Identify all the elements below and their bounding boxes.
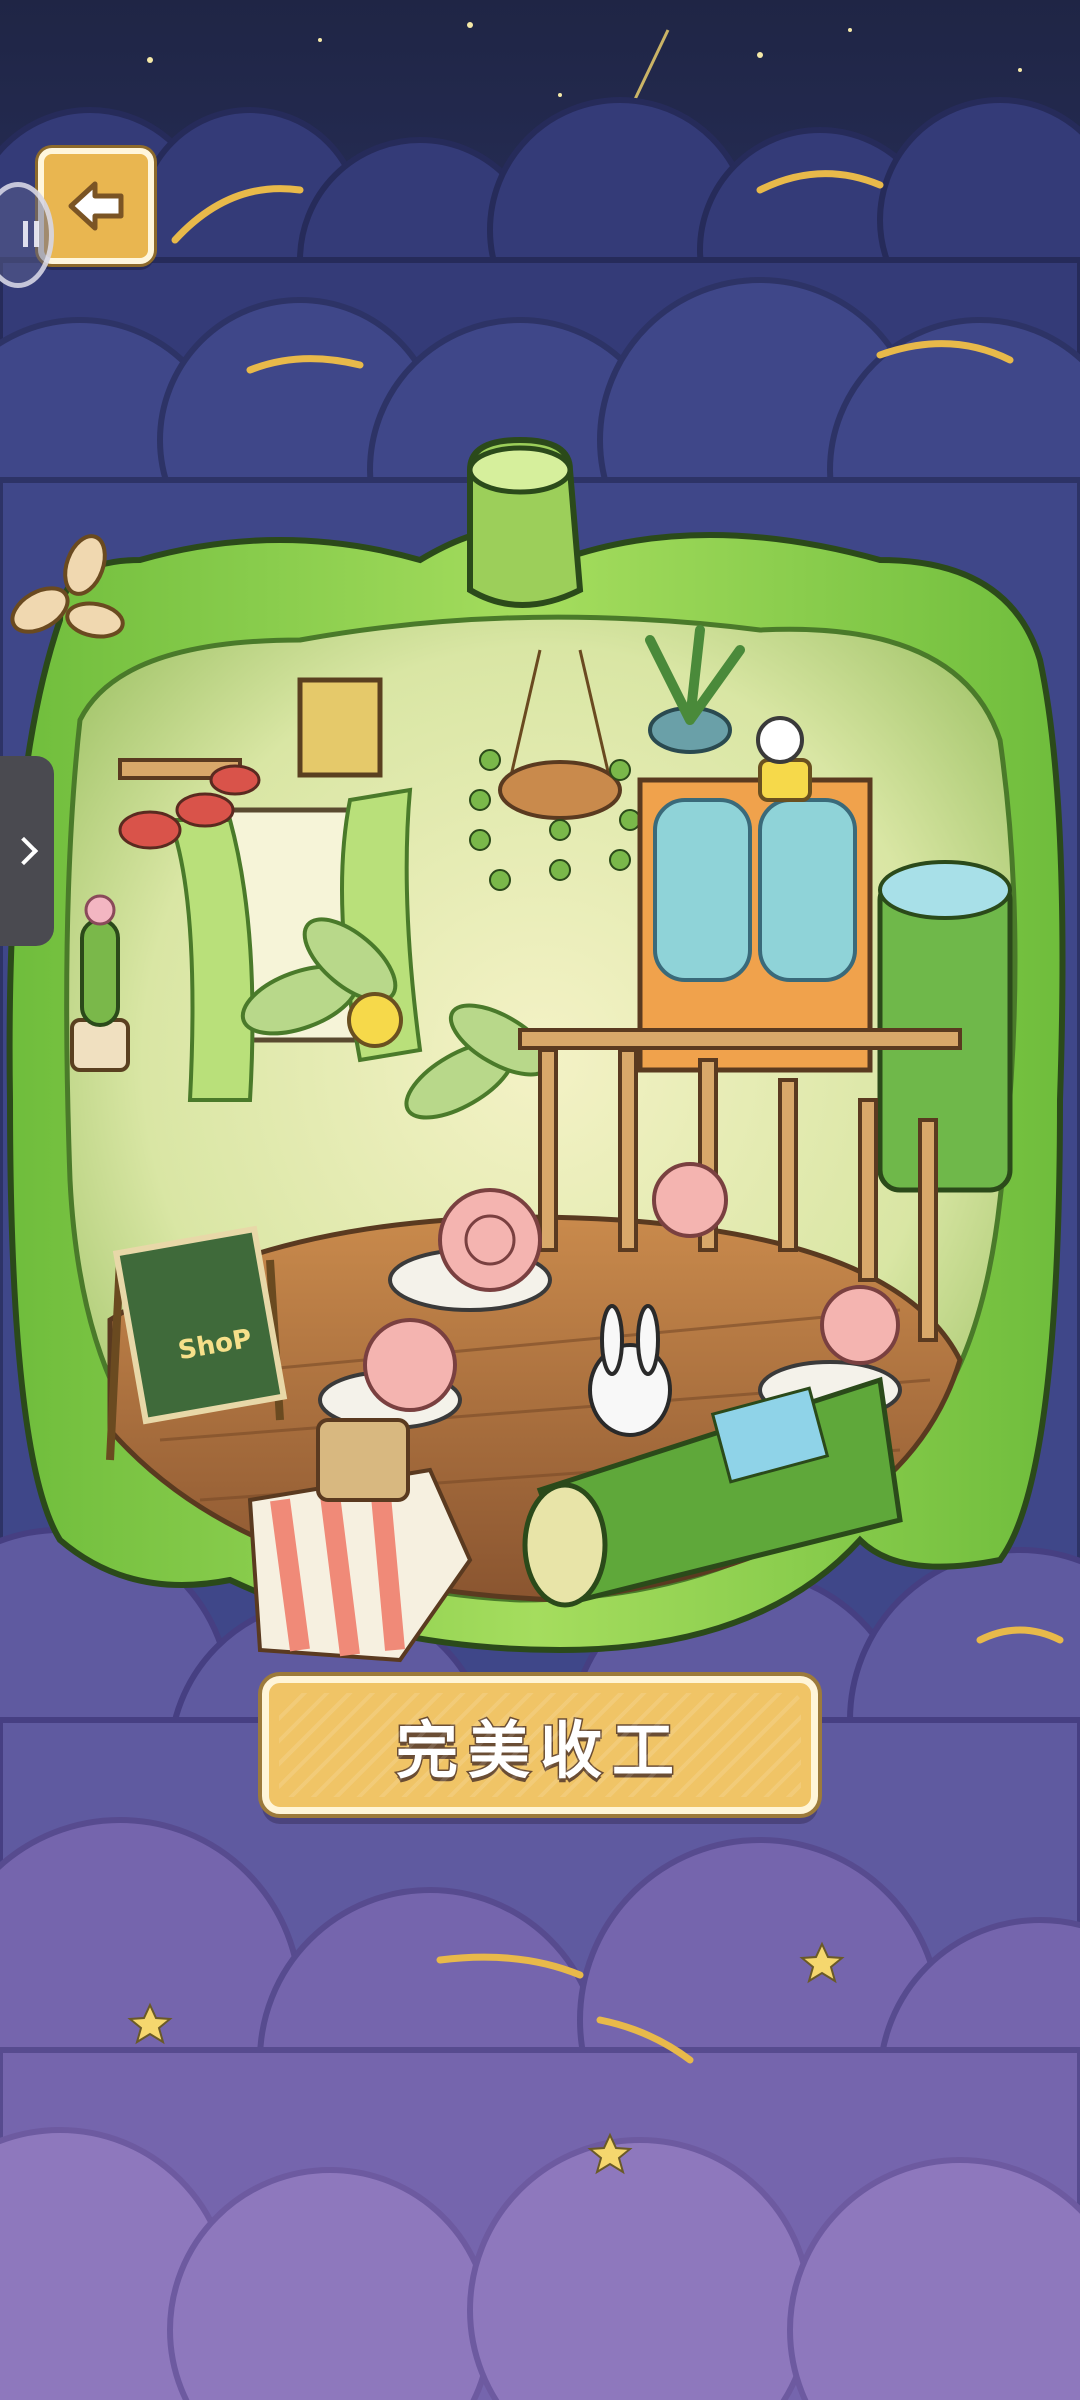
cactus-pot [70,1018,130,1072]
cactus [80,918,120,1027]
yellow-chick [347,992,403,1048]
hanging-planter [498,760,622,820]
finish-button[interactable]: 完美收工 [262,1676,818,1814]
basket [316,1418,410,1502]
game-screen: ShoP 完美收工 [0,0,1080,2400]
pause-icon [23,221,39,247]
scene-illustration [0,22,1080,2400]
side-drawer-tab[interactable] [0,756,54,946]
chevron-right-icon [9,836,39,866]
lower-clouds-3 [0,2127,1080,2400]
picture-frame [297,677,383,778]
back-button[interactable] [38,148,154,264]
snail-4 [652,1162,728,1238]
pepper-house [6,436,1066,1663]
finish-button-label: 完美收工 [394,1713,684,1789]
white-cat [756,716,804,764]
arrow-left-icon [68,181,124,231]
